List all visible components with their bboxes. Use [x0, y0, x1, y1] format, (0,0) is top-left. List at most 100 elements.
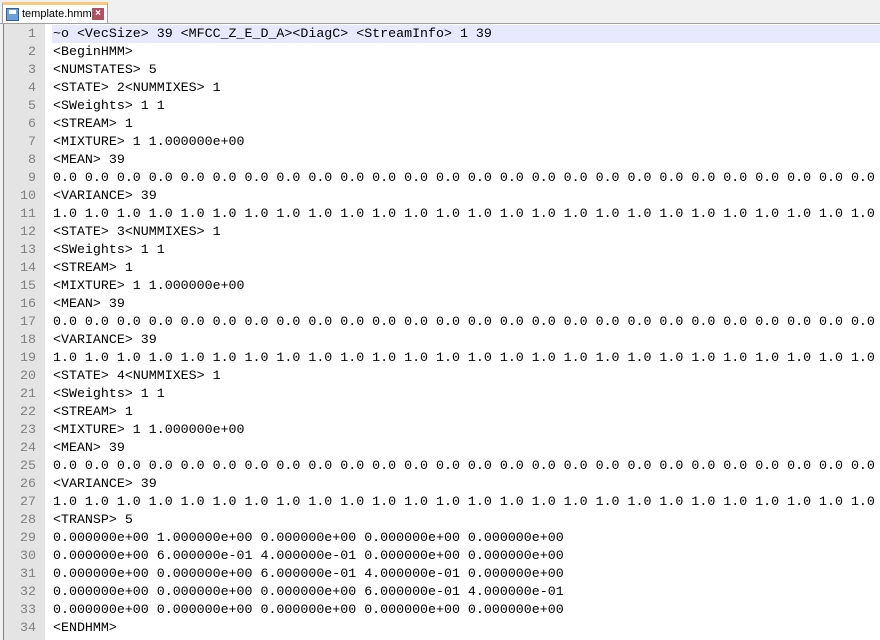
- editor-line[interactable]: 33 0.000000e+00 0.000000e+00 0.000000e+00…: [4, 601, 880, 619]
- close-icon[interactable]: ×: [92, 8, 104, 20]
- line-text[interactable]: 0.000000e+00 1.000000e+00 0.000000e+00 0…: [52, 529, 880, 547]
- line-text[interactable]: 0.0 0.0 0.0 0.0 0.0 0.0 0.0 0.0 0.0 0.0 …: [52, 169, 880, 187]
- line-text[interactable]: <STATE> 2<NUMMIXES> 1: [52, 79, 880, 97]
- line-text[interactable]: <STREAM> 1: [52, 259, 880, 277]
- line-text[interactable]: <MEAN> 39: [52, 439, 880, 457]
- editor-line[interactable]: 2 <BeginHMM>: [4, 43, 880, 61]
- line-text[interactable]: 1.0 1.0 1.0 1.0 1.0 1.0 1.0 1.0 1.0 1.0 …: [52, 205, 880, 223]
- line-number: 17: [20, 314, 36, 329]
- line-number: 31: [20, 566, 36, 581]
- line-text[interactable]: <STREAM> 1: [52, 115, 880, 133]
- line-text[interactable]: <MEAN> 39: [52, 151, 880, 169]
- line-text[interactable]: <VARIANCE> 39: [52, 331, 880, 349]
- editor-line[interactable]: 5 <SWeights> 1 1: [4, 97, 880, 115]
- line-text[interactable]: <SWeights> 1 1: [52, 97, 880, 115]
- editor-line[interactable]: 34 <ENDHMM>: [4, 619, 880, 637]
- line-text[interactable]: <ENDHMM>: [52, 619, 880, 637]
- line-text[interactable]: <VARIANCE> 39: [52, 187, 880, 205]
- line-number: 34: [20, 620, 36, 635]
- line-text[interactable]: 0.000000e+00 0.000000e+00 0.000000e+00 0…: [52, 601, 880, 619]
- editor-line[interactable]: 8 <MEAN> 39: [4, 151, 880, 169]
- editor-line[interactable]: 1 ~o <VecSize> 39 <MFCC_Z_E_D_A><DiagC> <…: [4, 25, 880, 43]
- line-text[interactable]: 0.000000e+00 6.000000e-01 4.000000e-01 0…: [52, 547, 880, 565]
- tab-template-hmm[interactable]: template.hmm ×: [2, 2, 108, 23]
- line-number: 5: [28, 98, 36, 113]
- line-number: 25: [20, 458, 36, 473]
- editor-line[interactable]: 28 <TRANSP> 5: [4, 511, 880, 529]
- editor-line[interactable]: 30 0.000000e+00 6.000000e-01 4.000000e-01…: [4, 547, 880, 565]
- line-text[interactable]: 0.000000e+00 0.000000e+00 6.000000e-01 4…: [52, 565, 880, 583]
- editor-line[interactable]: 24 <MEAN> 39: [4, 439, 880, 457]
- line-text[interactable]: <MIXTURE> 1 1.000000e+00: [52, 421, 880, 439]
- editor-line[interactable]: 17 0.0 0.0 0.0 0.0 0.0 0.0 0.0 0.0 0.0 0.…: [4, 313, 880, 331]
- line-number: 11: [20, 206, 36, 221]
- editor-line[interactable]: 21 <SWeights> 1 1: [4, 385, 880, 403]
- editor-line[interactable]: 32 0.000000e+00 0.000000e+00 0.000000e+00…: [4, 583, 880, 601]
- tab-bar: template.hmm ×: [0, 0, 880, 24]
- line-number: 21: [20, 386, 36, 401]
- line-text[interactable]: 0.0 0.0 0.0 0.0 0.0 0.0 0.0 0.0 0.0 0.0 …: [52, 313, 880, 331]
- line-text[interactable]: <MEAN> 39: [52, 295, 880, 313]
- line-text[interactable]: <VARIANCE> 39: [52, 475, 880, 493]
- line-number: 22: [20, 404, 36, 419]
- line-number: 33: [20, 602, 36, 617]
- editor-line[interactable]: 7 <MIXTURE> 1 1.000000e+00: [4, 133, 880, 151]
- line-text[interactable]: <TRANSP> 5: [52, 511, 880, 529]
- editor-line[interactable]: 15 <MIXTURE> 1 1.000000e+00: [4, 277, 880, 295]
- editor-line[interactable]: 23 <MIXTURE> 1 1.000000e+00: [4, 421, 880, 439]
- line-text[interactable]: <BeginHMM>: [52, 43, 880, 61]
- line-text[interactable]: 0.0 0.0 0.0 0.0 0.0 0.0 0.0 0.0 0.0 0.0 …: [52, 457, 880, 475]
- tab-title: template.hmm: [22, 8, 92, 20]
- editor-line[interactable]: 12 <STATE> 3<NUMMIXES> 1: [4, 223, 880, 241]
- editor-line[interactable]: 11 1.0 1.0 1.0 1.0 1.0 1.0 1.0 1.0 1.0 1.…: [4, 205, 880, 223]
- line-number: 6: [28, 116, 36, 131]
- editor-line[interactable]: 22 <STREAM> 1: [4, 403, 880, 421]
- line-number: 24: [20, 440, 36, 455]
- line-number: 9: [28, 170, 36, 185]
- line-text[interactable]: <SWeights> 1 1: [52, 241, 880, 259]
- editor-line[interactable]: 25 0.0 0.0 0.0 0.0 0.0 0.0 0.0 0.0 0.0 0.…: [4, 457, 880, 475]
- line-number: 3: [28, 62, 36, 77]
- line-number: 4: [28, 80, 36, 95]
- line-text[interactable]: 1.0 1.0 1.0 1.0 1.0 1.0 1.0 1.0 1.0 1.0 …: [52, 493, 880, 511]
- line-text[interactable]: <STREAM> 1: [52, 403, 880, 421]
- editor-line[interactable]: 6 <STREAM> 1: [4, 115, 880, 133]
- line-number: 12: [20, 224, 36, 239]
- line-text[interactable]: <SWeights> 1 1: [52, 385, 880, 403]
- line-text[interactable]: <MIXTURE> 1 1.000000e+00: [52, 133, 880, 151]
- editor-line[interactable]: 19 1.0 1.0 1.0 1.0 1.0 1.0 1.0 1.0 1.0 1.…: [4, 349, 880, 367]
- line-number: 28: [20, 512, 36, 527]
- line-number: 13: [20, 242, 36, 257]
- editor[interactable]: 1 ~o <VecSize> 39 <MFCC_Z_E_D_A><DiagC> <…: [3, 24, 880, 640]
- editor-line[interactable]: 16 <MEAN> 39: [4, 295, 880, 313]
- line-number: 8: [28, 152, 36, 167]
- editor-line[interactable]: 14 <STREAM> 1: [4, 259, 880, 277]
- line-number: 18: [20, 332, 36, 347]
- line-number: 32: [20, 584, 36, 599]
- editor-line[interactable]: 26 <VARIANCE> 39: [4, 475, 880, 493]
- line-text[interactable]: <STATE> 3<NUMMIXES> 1: [52, 223, 880, 241]
- editor-line[interactable]: 13 <SWeights> 1 1: [4, 241, 880, 259]
- line-text[interactable]: 1.0 1.0 1.0 1.0 1.0 1.0 1.0 1.0 1.0 1.0 …: [52, 349, 880, 367]
- editor-line[interactable]: 9 0.0 0.0 0.0 0.0 0.0 0.0 0.0 0.0 0.0 0.0…: [4, 169, 880, 187]
- editor-line[interactable]: 20 <STATE> 4<NUMMIXES> 1: [4, 367, 880, 385]
- editor-line[interactable]: 31 0.000000e+00 0.000000e+00 6.000000e-01…: [4, 565, 880, 583]
- line-number: 7: [28, 134, 36, 149]
- line-number: 30: [20, 548, 36, 563]
- editor-line[interactable]: 4 <STATE> 2<NUMMIXES> 1: [4, 79, 880, 97]
- editor-line[interactable]: 27 1.0 1.0 1.0 1.0 1.0 1.0 1.0 1.0 1.0 1.…: [4, 493, 880, 511]
- editor-line[interactable]: 29 0.000000e+00 1.000000e+00 0.000000e+00…: [4, 529, 880, 547]
- line-text[interactable]: 0.000000e+00 0.000000e+00 0.000000e+00 6…: [52, 583, 880, 601]
- editor-line[interactable]: 10 <VARIANCE> 39: [4, 187, 880, 205]
- line-number: 2: [28, 44, 36, 59]
- line-number: 14: [20, 260, 36, 275]
- line-text[interactable]: <MIXTURE> 1 1.000000e+00: [52, 277, 880, 295]
- line-text[interactable]: <STATE> 4<NUMMIXES> 1: [52, 367, 880, 385]
- editor-line[interactable]: 18 <VARIANCE> 39: [4, 331, 880, 349]
- editor-line[interactable]: 3 <NUMSTATES> 5: [4, 61, 880, 79]
- line-number: 29: [20, 530, 36, 545]
- line-number: 10: [20, 188, 36, 203]
- line-text[interactable]: ~o <VecSize> 39 <MFCC_Z_E_D_A><DiagC> <S…: [52, 25, 880, 43]
- line-number: 23: [20, 422, 36, 437]
- line-text[interactable]: <NUMSTATES> 5: [52, 61, 880, 79]
